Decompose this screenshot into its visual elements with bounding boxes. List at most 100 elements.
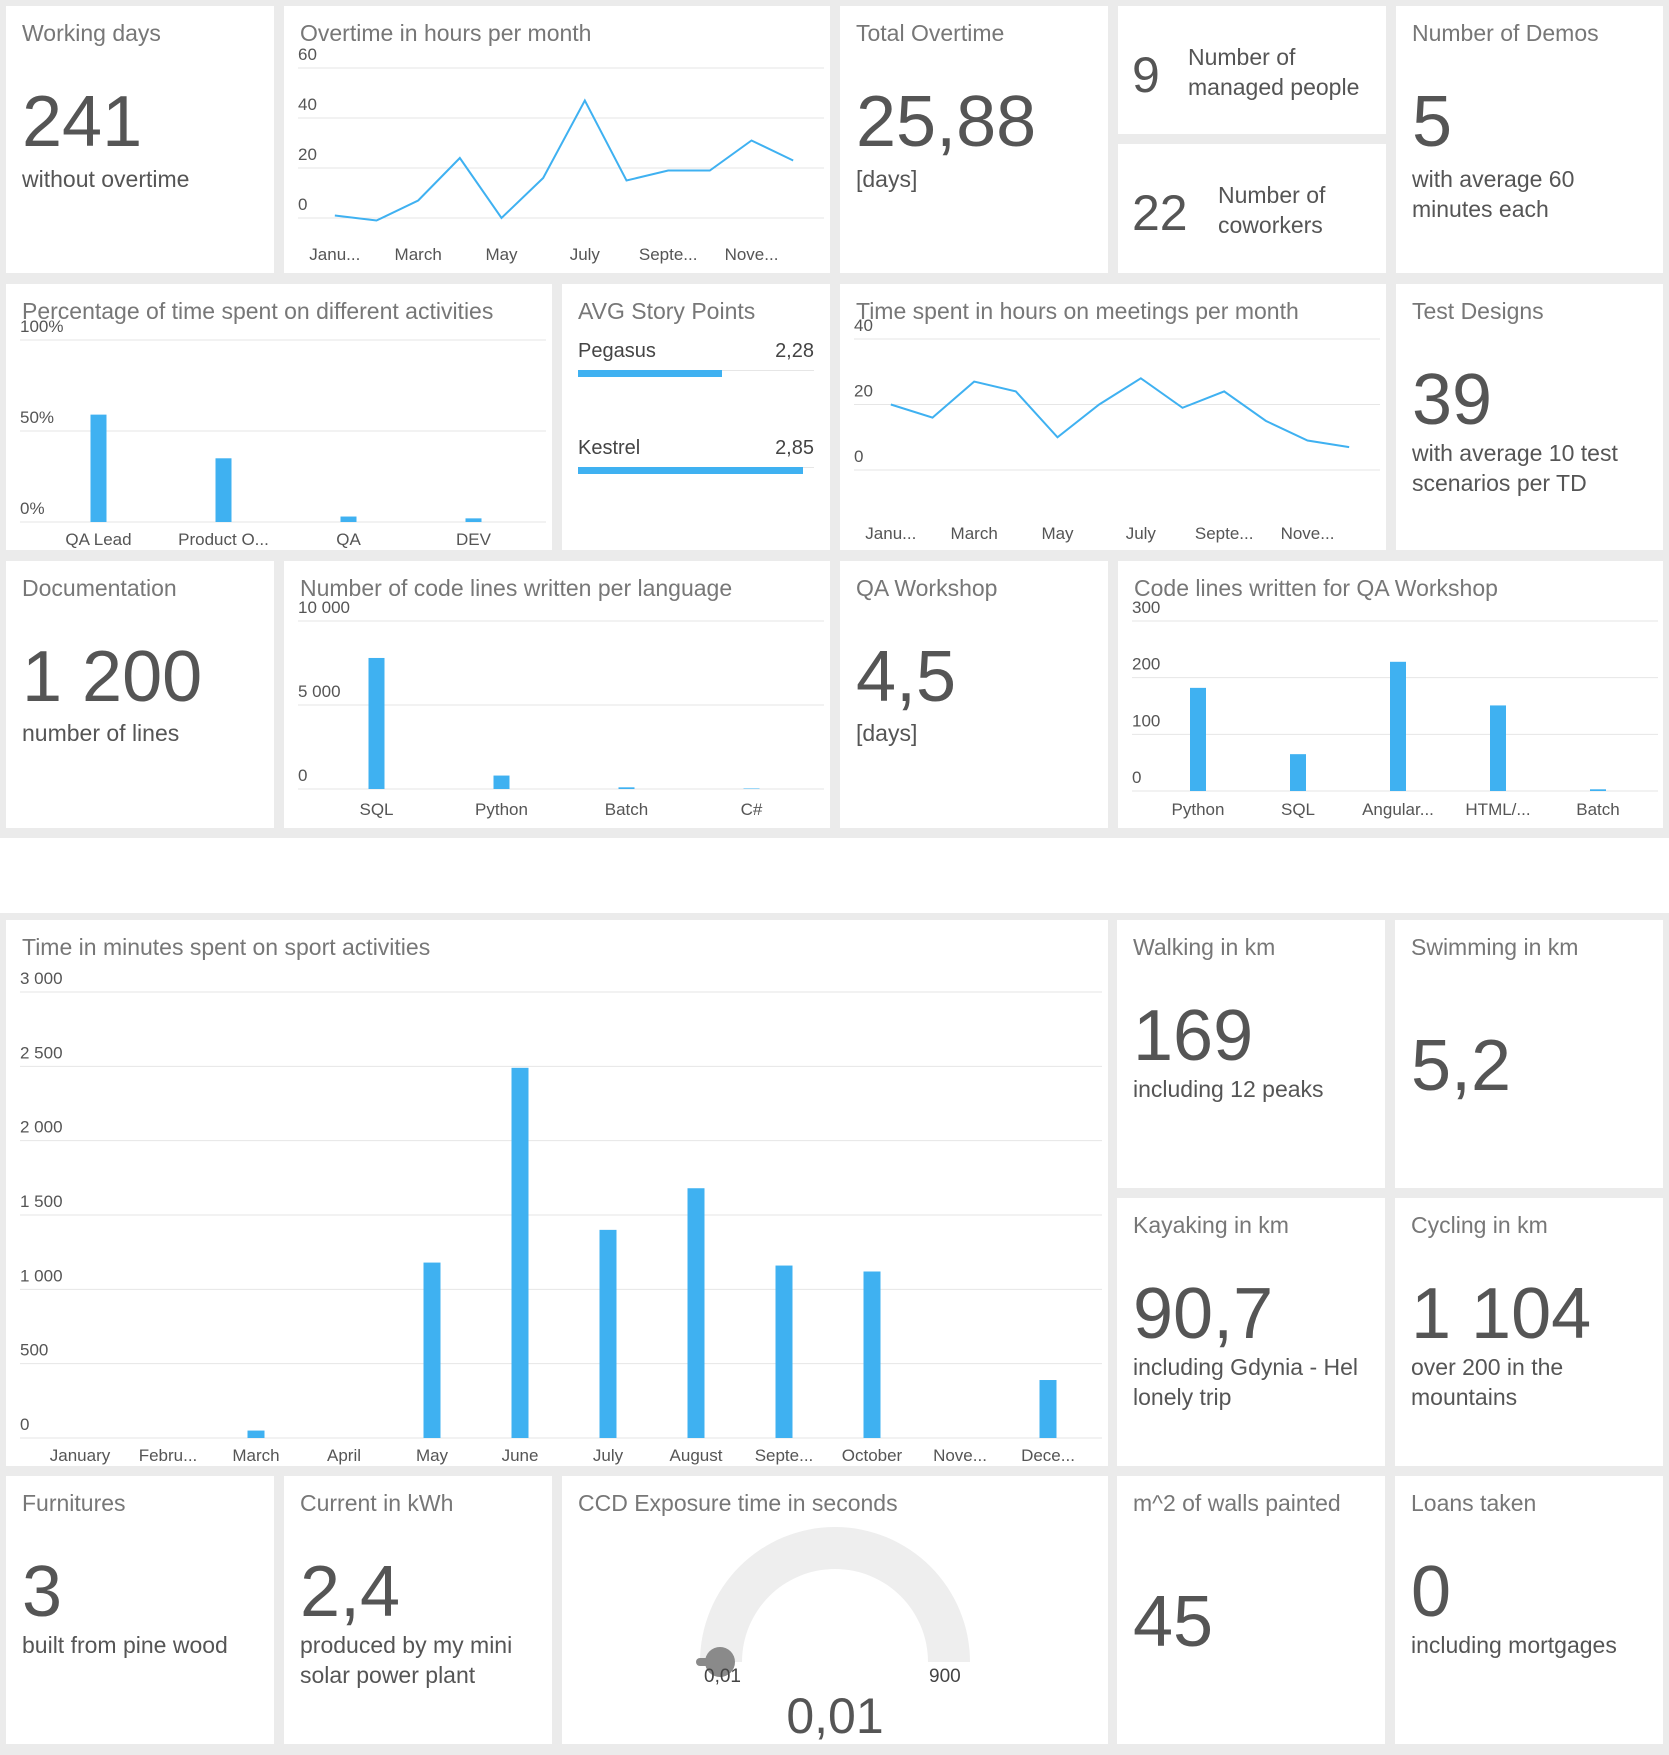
- qa-workshop-code-bar-chart: 0 100 200 300 Python SQL Angular... HTML/... Bat…: [1132, 598, 1658, 819]
- meetings-line-chart: 0 20 40 Janu... March May July Septe... Nove...: [854, 316, 1380, 543]
- tile-title: Kayaking in km: [1133, 1212, 1289, 1238]
- code-lines-bar-chart: 0 5 000 10 000 SQL Python Batch C#: [298, 598, 824, 819]
- kpi-value: 39: [1412, 360, 1493, 440]
- y-tick-label: 100%: [20, 317, 63, 336]
- x-tick-label: May: [1041, 524, 1074, 543]
- bar: [1190, 687, 1206, 791]
- x-tick-label: Product O...: [178, 530, 269, 549]
- x-tick-label: Janu...: [309, 245, 360, 264]
- tile-coworkers[interactable]: 22 Number of coworkers: [1118, 144, 1386, 273]
- kpi-subtitle: produced by my mini solar power plant: [300, 1632, 513, 1688]
- tile-sport-chart[interactable]: Time in minutes spent on sport activitie…: [6, 920, 1108, 1466]
- bar: [511, 1067, 529, 1438]
- bar: [215, 458, 232, 522]
- tile-title: Current in kWh: [300, 1490, 454, 1516]
- kpi-value: 45: [1133, 1582, 1214, 1662]
- x-tick-label: July: [570, 245, 601, 264]
- tile-loans[interactable]: Loans taken 0 including mortgages: [1395, 1476, 1663, 1744]
- activities-bar-chart: 0% 50% 100% QA Lead Product O... QA DEV: [20, 317, 546, 549]
- kpi-value: 0: [1411, 1552, 1452, 1632]
- y-tick-label: 3 000: [20, 969, 63, 988]
- tile-working-days[interactable]: Working days 241 without overtime: [6, 6, 274, 273]
- tile-title: Walking in km: [1133, 934, 1276, 960]
- tile-managed-people[interactable]: 9 Number of managed people: [1118, 6, 1386, 134]
- bar: [1490, 705, 1506, 791]
- y-tick-label: 5 000: [298, 682, 341, 701]
- y-tick-label: 300: [1132, 598, 1160, 617]
- x-tick-label: Python: [475, 800, 528, 819]
- kpi-subtitle: with average 10 test scenarios per TD: [1412, 440, 1618, 496]
- tile-furnitures[interactable]: Furnitures 3 built from pine wood: [6, 1476, 274, 1744]
- tile-test-designs[interactable]: Test Designs 39 with average 10 test sce…: [1396, 284, 1663, 550]
- tile-title: Test Designs: [1412, 298, 1544, 324]
- kpi-subtitle: including 12 peaks: [1133, 1076, 1324, 1102]
- tile-title: AVG Story Points: [578, 298, 756, 324]
- x-tick-label: Nove...: [1281, 524, 1335, 543]
- y-tick-label: 50%: [20, 408, 54, 427]
- y-tick-label: 60: [298, 45, 317, 64]
- kpi-value: 90,7: [1133, 1274, 1274, 1354]
- tile-ccd-gauge[interactable]: CCD Exposure time in seconds 0,01 900 0,…: [562, 1476, 1108, 1744]
- x-tick-label: March: [395, 245, 442, 264]
- tile-swimming[interactable]: Swimming in km 5,2: [1395, 920, 1663, 1188]
- y-tick-label: 40: [298, 95, 317, 114]
- y-tick-label: 0%: [20, 499, 45, 518]
- kpi-value: 1 104: [1411, 1274, 1592, 1354]
- tile-qa-workshop[interactable]: QA Workshop 4,5 [days]: [840, 561, 1108, 828]
- tile-total-overtime[interactable]: Total Overtime 25,88 [days]: [840, 6, 1108, 273]
- x-tick-label: July: [593, 1446, 624, 1465]
- y-tick-label: 1 000: [20, 1266, 63, 1285]
- bar: [1390, 661, 1406, 791]
- x-tick-label: HTML/...: [1465, 800, 1530, 819]
- kpi-subtitle: over 200 in the mountains: [1411, 1354, 1564, 1410]
- sport-bar-chart: 0 500 1 000 1 500 2 000 2 500 3 000 January Febr…: [20, 969, 1102, 1465]
- kpi-value: 5: [1412, 82, 1453, 162]
- gauge-min-label: 0,01: [704, 1666, 741, 1687]
- kpi-label: Number of coworkers: [1218, 182, 1326, 238]
- tile-walking[interactable]: Walking in km 169 including 12 peaks: [1117, 920, 1385, 1188]
- y-tick-label: 0: [298, 195, 307, 214]
- kpi-value: 25,88: [856, 82, 1037, 162]
- tile-code-lines-chart[interactable]: Number of code lines written per languag…: [284, 561, 830, 828]
- x-tick-label: Dece...: [1021, 1446, 1075, 1465]
- bar: [863, 1271, 881, 1438]
- y-tick-label: 200: [1132, 655, 1160, 674]
- x-tick-label: Python: [1172, 800, 1225, 819]
- bar: [775, 1265, 793, 1438]
- tile-story-points[interactable]: AVG Story Points Pegasus 2,28 Kestrel 2,…: [562, 284, 830, 550]
- kpi-subtitle: built from pine wood: [22, 1632, 228, 1658]
- kpi-value: 2,4: [300, 1552, 401, 1632]
- y-tick-label: 0: [854, 447, 863, 466]
- x-tick-label: Nove...: [933, 1446, 987, 1465]
- y-tick-label: 2 500: [20, 1043, 63, 1062]
- x-tick-label: May: [485, 245, 518, 264]
- gauge-max-label: 900: [929, 1666, 961, 1687]
- y-tick-label: 20: [298, 145, 317, 164]
- bar: [90, 414, 107, 522]
- kpi-subtitle: without overtime: [22, 166, 190, 192]
- tile-cycling[interactable]: Cycling in km 1 104 over 200 in the moun…: [1395, 1198, 1663, 1466]
- bar: [247, 1430, 265, 1438]
- tile-walls-painted[interactable]: m^2 of walls painted 45: [1117, 1476, 1385, 1744]
- kpi-subtitle: number of lines: [22, 720, 180, 746]
- tile-documentation[interactable]: Documentation 1 200 number of lines: [6, 561, 274, 828]
- overtime-line-chart: 0 20 40 60 Janu... March May July Septe... Nove..…: [298, 45, 824, 264]
- tile-title: m^2 of walls painted: [1133, 1490, 1341, 1516]
- bar: [368, 657, 385, 789]
- y-tick-label: 2 000: [20, 1118, 63, 1137]
- story-points-bar: [578, 467, 803, 474]
- tile-qa-workshop-code-chart[interactable]: Code lines written for QA Workshop 0 100 2…: [1118, 561, 1663, 828]
- story-points-name: Pegasus: [578, 340, 656, 362]
- x-tick-label: Septe...: [755, 1446, 814, 1465]
- tile-activities-chart[interactable]: Percentage of time spent on different ac…: [6, 284, 552, 550]
- tile-kayaking[interactable]: Kayaking in km 90,7 including Gdynia - H…: [1117, 1198, 1385, 1466]
- x-tick-label: Angular...: [1362, 800, 1434, 819]
- tile-demos[interactable]: Number of Demos 5 with average 60 minute…: [1396, 6, 1663, 273]
- tile-current[interactable]: Current in kWh 2,4 produced by my mini s…: [284, 1476, 552, 1744]
- tile-overtime-chart[interactable]: Overtime in hours per month 0 20 40 60 Janu.…: [284, 6, 830, 273]
- kpi-subtitle: [days]: [856, 166, 918, 192]
- x-tick-label: Febru...: [139, 1446, 198, 1465]
- x-tick-label: April: [327, 1446, 361, 1465]
- x-tick-label: October: [842, 1446, 903, 1465]
- tile-meetings-chart[interactable]: Time spent in hours on meetings per mont…: [840, 284, 1386, 550]
